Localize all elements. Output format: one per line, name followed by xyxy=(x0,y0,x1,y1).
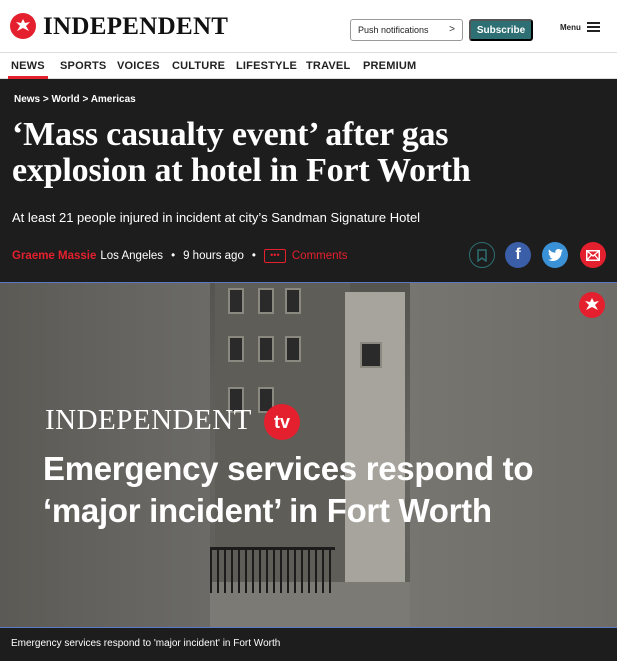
push-notifications-button[interactable]: Push notifications > xyxy=(350,19,463,41)
facebook-icon: f xyxy=(515,246,521,263)
nav-item-sports[interactable]: SPORTS xyxy=(60,60,106,72)
video-window xyxy=(360,342,382,368)
facebook-share-button[interactable]: f xyxy=(505,242,531,268)
author-link[interactable]: Graeme Massie xyxy=(12,250,96,262)
separator-dot: • xyxy=(171,250,176,262)
nav-item-voices[interactable]: VOICES xyxy=(117,60,160,72)
breadcrumb[interactable]: News > World > Americas xyxy=(14,94,136,105)
author-location: Los Angeles xyxy=(100,250,164,262)
bookmark-button[interactable] xyxy=(469,242,495,268)
article-standfirst: At least 21 people injured in incident a… xyxy=(12,210,421,225)
menu-label: Menu xyxy=(560,22,581,32)
article-header: News > World > Americas ‘Mass casualty e… xyxy=(0,79,617,282)
video-window xyxy=(228,288,244,314)
push-notifications-label: Push notifications xyxy=(358,25,429,35)
video-window xyxy=(285,336,301,362)
eagle-logo-icon[interactable] xyxy=(10,13,36,39)
subscribe-button[interactable]: Subscribe xyxy=(469,19,533,41)
independent-tv-wordmark: INDEPENDENT xyxy=(45,404,252,436)
nav-item-lifestyle[interactable]: LIFESTYLE xyxy=(236,60,297,72)
nav-item-culture[interactable]: CULTURE xyxy=(172,60,225,72)
video-window xyxy=(228,336,244,362)
eagle-icon xyxy=(585,298,599,310)
video-title: Emergency services respond to ‘major inc… xyxy=(43,450,534,529)
byline: Graeme Massie Los Angeles • 9 hours ago … xyxy=(12,249,347,263)
email-icon xyxy=(586,249,600,261)
email-share-button[interactable] xyxy=(580,242,606,268)
site-header: INDEPENDENT Push notifications > Subscri… xyxy=(0,0,617,52)
video-railing xyxy=(210,547,335,593)
video-caption-bar: Emergency services respond to 'major inc… xyxy=(0,628,617,661)
separator-dot: • xyxy=(251,250,256,262)
video-player[interactable]: INDEPENDENT tv Emergency services respon… xyxy=(0,282,617,628)
article-headline: ‘Mass casualty event’ after gas explosio… xyxy=(12,116,471,189)
chevron-right-icon: > xyxy=(449,24,455,35)
publish-time: 9 hours ago xyxy=(183,250,244,262)
brand-wordmark[interactable]: INDEPENDENT xyxy=(43,14,228,40)
twitter-icon xyxy=(547,249,563,261)
video-window xyxy=(285,288,301,314)
nav-item-news[interactable]: NEWS xyxy=(11,60,45,72)
hamburger-icon xyxy=(586,22,600,32)
tv-badge: tv xyxy=(264,404,300,440)
comments-link[interactable]: ••• Comments xyxy=(263,249,348,263)
video-caption: Emergency services respond to 'major inc… xyxy=(11,638,281,649)
comments-icon: ••• xyxy=(263,249,286,263)
section-nav: NEWS SPORTS VOICES CULTURE LIFESTYLE TRA… xyxy=(0,52,617,79)
video-top-border xyxy=(0,282,617,283)
menu-button[interactable]: Menu xyxy=(560,22,600,32)
eagle-watermark-icon xyxy=(579,292,605,318)
nav-item-premium[interactable]: PREMIUM xyxy=(363,60,416,72)
nav-item-travel[interactable]: TRAVEL xyxy=(306,60,350,72)
bookmark-icon xyxy=(477,248,487,262)
eagle-icon xyxy=(16,19,30,31)
video-window xyxy=(258,288,274,314)
comments-label: Comments xyxy=(291,250,348,262)
video-window xyxy=(258,336,274,362)
twitter-share-button[interactable] xyxy=(542,242,568,268)
